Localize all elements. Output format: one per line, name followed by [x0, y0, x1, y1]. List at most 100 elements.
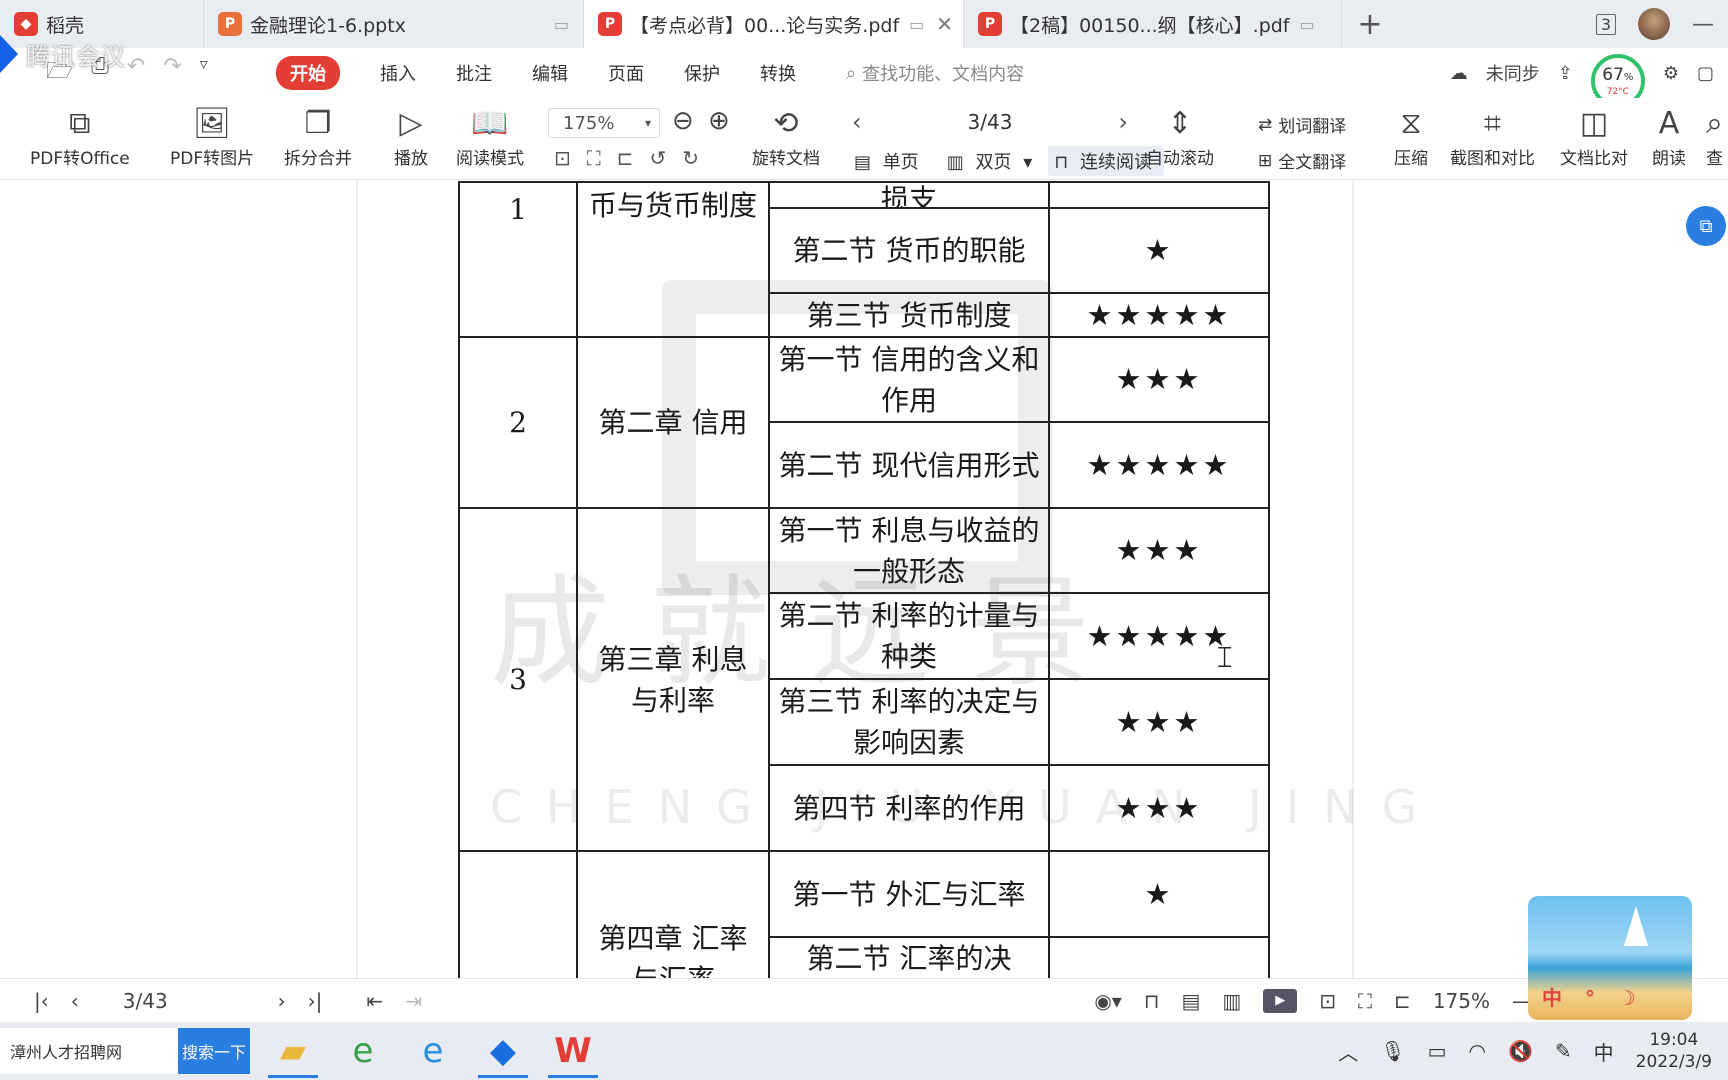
tab-pdf-active[interactable]: P 【考点必背】00...论与实务.pdf ▭ ✕	[584, 0, 964, 48]
actual-size-icon[interactable]: ⊡	[1319, 989, 1336, 1013]
tool-label: 查	[1706, 149, 1723, 169]
fit-width-icon[interactable]: ⊏	[617, 146, 634, 170]
prev-page-icon[interactable]: ‹	[852, 108, 862, 136]
tool-label: 全文翻译	[1278, 153, 1347, 173]
play-icon[interactable]: ▶	[1263, 988, 1298, 1013]
screenshot-compare-button[interactable]: ⌗ 截图和对比	[1450, 102, 1535, 170]
tool-label: 文档比对	[1560, 149, 1628, 169]
message-icon[interactable]: ▢	[1697, 63, 1714, 84]
rotate-right-icon[interactable]: ↻	[682, 146, 699, 170]
taskbar-search-button[interactable]: 搜索一下	[178, 1028, 250, 1074]
next-page-icon[interactable]: ›	[1118, 108, 1128, 136]
last-page-icon[interactable]: ›|	[308, 989, 323, 1013]
section-stars: ★	[1048, 850, 1270, 938]
cloud-icon[interactable]: ☁	[1450, 63, 1468, 84]
share-icon[interactable]: ⇪	[1558, 63, 1573, 84]
compress-icon: ⧖	[1400, 105, 1422, 141]
split-merge-button[interactable]: ❐ 拆分合并	[284, 102, 352, 170]
ie-icon[interactable]: e	[398, 1022, 468, 1080]
new-tab-button[interactable]: +	[1342, 0, 1398, 48]
menu-home[interactable]: 开始	[276, 56, 340, 90]
avatar[interactable]	[1638, 8, 1670, 40]
single-page-icon[interactable]: ▤	[1181, 989, 1200, 1013]
tool-label: 朗读	[1652, 149, 1686, 169]
fit-controls: ⊡ ⛶ ⊏ ↺ ↻	[554, 146, 699, 170]
back-icon[interactable]: ⇤	[366, 989, 383, 1013]
clock[interactable]: 19:04 2022/3/9	[1636, 1029, 1712, 1073]
settings-icon[interactable]: ⚙	[1663, 63, 1679, 84]
section-title: 第一节 外汇与汇率	[768, 850, 1050, 938]
sailboat-icon	[1624, 906, 1648, 946]
zoom-out-icon[interactable]: ⊖	[672, 106, 694, 136]
close-icon[interactable]: ✕	[936, 12, 953, 36]
redo-icon[interactable]: ↷	[163, 54, 181, 92]
section-stars: ★	[1048, 207, 1270, 294]
more-icon[interactable]: ▿	[200, 54, 208, 92]
section-title: 第三节 货币制度	[768, 292, 1050, 338]
prev-page-icon[interactable]: ‹	[71, 989, 79, 1013]
doc-compare-button[interactable]: ◫ 文档比对	[1560, 102, 1628, 170]
window-count-badge[interactable]: 3	[1595, 13, 1616, 35]
continuous-icon[interactable]: ⊓	[1144, 989, 1160, 1013]
tencent-meeting-icon[interactable]: ◆	[468, 1022, 538, 1080]
rotate-left-icon[interactable]: ↺	[650, 146, 667, 170]
zoom-select[interactable]: 175% ▾	[548, 108, 660, 138]
feature-search[interactable]: ⌕ 查找功能、文档内容	[846, 60, 1024, 86]
taskbar-search-input[interactable]: 漳州人才招聘网	[0, 1028, 178, 1074]
file-explorer-icon[interactable]: ▰	[258, 1022, 328, 1080]
tab-pdf-2[interactable]: P 【2稿】00150...纲【核心】.pdf ▭	[964, 0, 1342, 48]
read-aloud-button[interactable]: A 朗读	[1652, 102, 1686, 170]
ime-language[interactable]: 中	[1594, 1037, 1614, 1066]
first-page-icon[interactable]: |‹	[34, 989, 49, 1013]
tool-label: 压缩	[1394, 149, 1428, 169]
microphone-icon[interactable]: 🎙	[1380, 1039, 1405, 1063]
menu-insert[interactable]: 插入	[380, 60, 416, 86]
section-title: 第四节 利率的作用	[768, 764, 1050, 852]
play-button[interactable]: ▷ 播放	[394, 102, 428, 170]
single-page-button[interactable]: ▤ 单页	[848, 146, 931, 176]
forward-icon[interactable]: ⇥	[405, 989, 422, 1013]
zoom-in-icon[interactable]: ⊕	[708, 106, 730, 136]
double-page-icon[interactable]: ▥	[1222, 989, 1241, 1013]
actual-size-icon[interactable]: ⊡	[554, 146, 571, 170]
page-indicator[interactable]: 3/43	[968, 110, 1013, 134]
next-page-icon[interactable]: ›	[278, 989, 286, 1013]
pdf-to-image-button[interactable]: 🖼 PDF转图片	[170, 102, 254, 170]
auto-scroll-button[interactable]: ⇕ 自动滚动	[1146, 102, 1214, 170]
menu-annotate[interactable]: 批注	[456, 60, 492, 86]
find-button[interactable]: ⌕ 查	[1706, 102, 1723, 170]
menu-page[interactable]: 页面	[608, 60, 644, 86]
chapter-number: 3	[458, 507, 578, 852]
status-zoom[interactable]: 175%	[1433, 989, 1490, 1013]
chevron-up-icon[interactable]: ︿	[1338, 1037, 1358, 1066]
word-translate-button[interactable]: ⇄ 划词翻译	[1258, 112, 1346, 138]
wps-icon[interactable]: W	[538, 1022, 608, 1080]
eye-protect-icon[interactable]: ◉▾	[1094, 989, 1122, 1013]
menu-protect[interactable]: 保护	[684, 60, 720, 86]
fit-page-icon[interactable]: ⛶	[587, 146, 601, 170]
battery-icon[interactable]: ▭	[1428, 1039, 1447, 1063]
tab-pptx[interactable]: P 金融理论1-6.pptx ▭	[204, 0, 584, 48]
minimize-icon[interactable]: —	[1692, 12, 1714, 37]
tab-label: 【2稿】00150...纲【核心】.pdf	[1010, 14, 1290, 37]
status-page[interactable]: 3/43	[123, 989, 168, 1013]
menu-convert[interactable]: 转换	[760, 60, 796, 86]
pdf-to-office-button[interactable]: ⧉ PDF转Office	[30, 102, 130, 170]
menu-edit[interactable]: 编辑	[532, 60, 568, 86]
wifi-icon[interactable]: ◠	[1469, 1039, 1486, 1063]
volume-muted-icon[interactable]: 🔇	[1508, 1039, 1533, 1063]
side-panel-button[interactable]: ⧉	[1686, 206, 1726, 246]
full-translate-button[interactable]: ⊞ 全文翻译	[1258, 148, 1347, 174]
fit-page-icon[interactable]: ⛶	[1358, 989, 1372, 1013]
fit-width-icon[interactable]: ⊏	[1394, 989, 1411, 1013]
reading-mode-button[interactable]: 📖 阅读模式	[456, 102, 524, 170]
undo-icon[interactable]: ↶	[127, 54, 145, 92]
compress-button[interactable]: ⧖ 压缩	[1394, 102, 1428, 170]
pen-icon[interactable]: ✎	[1555, 1039, 1572, 1063]
rotate-document-button[interactable]: ⟲ 旋转文档	[752, 102, 820, 170]
double-page-button[interactable]: ▥ 双页 ▾	[941, 146, 1039, 176]
ime-skin-widget[interactable]: 中 ° ☽	[1528, 896, 1692, 1020]
sync-status[interactable]: 未同步	[1486, 60, 1540, 86]
tool-label: PDF转Office	[30, 149, 130, 169]
edge-icon[interactable]: e	[328, 1022, 398, 1080]
